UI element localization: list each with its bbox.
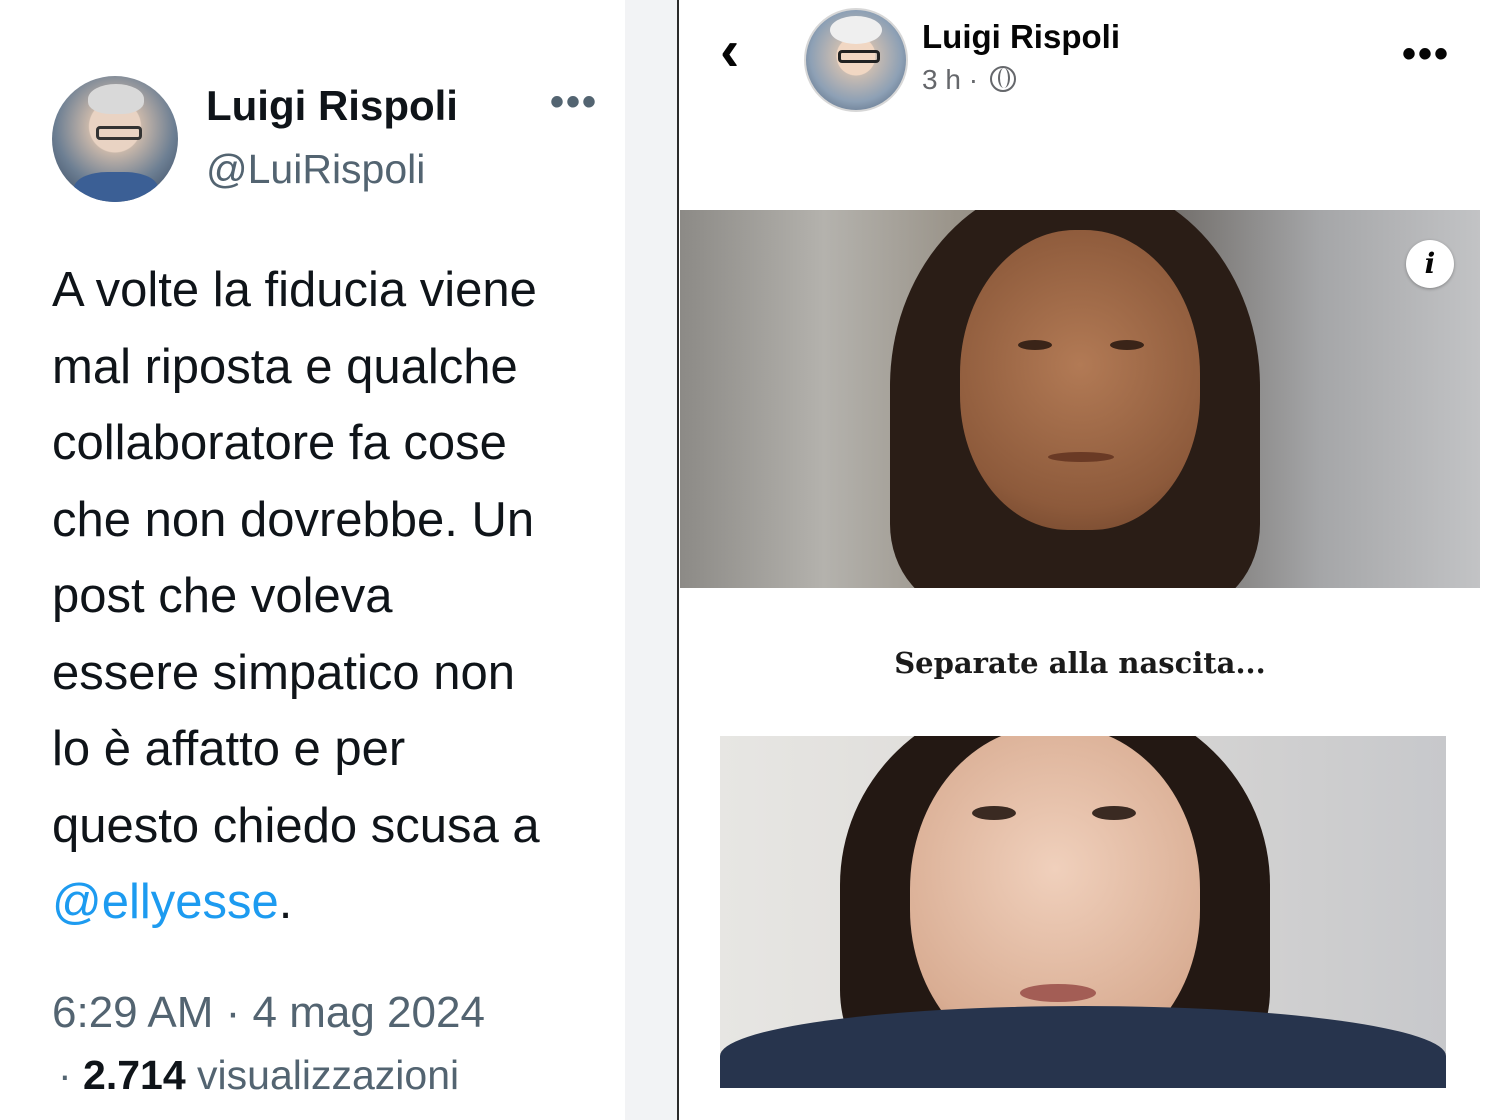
poster-avatar[interactable] <box>804 8 908 112</box>
back-chevron-icon[interactable]: ‹ <box>720 22 739 80</box>
post-image-top[interactable]: i <box>680 210 1480 588</box>
photo-eye <box>1110 340 1144 350</box>
author-avatar[interactable] <box>52 76 178 202</box>
tweet-text-line-last: @ellyesse. <box>52 864 627 941</box>
avatar-shirt <box>74 172 158 202</box>
views-prefix: · <box>58 1052 84 1098</box>
tweet-text: A volte la fiducia viene mal riposta e q… <box>52 252 627 941</box>
photo-jacket <box>720 1006 1446 1088</box>
views-count: 2.714 <box>83 1052 186 1098</box>
avatar-glasses <box>96 126 142 140</box>
avatar-hair <box>830 16 882 44</box>
post-meta: 3 h · <box>922 64 1016 96</box>
tweet-card: Luigi Rispoli @LuiRispoli ••• A volte la… <box>0 0 625 1120</box>
more-icon[interactable]: ••• <box>550 80 598 125</box>
mention-suffix: . <box>278 875 293 929</box>
photo-eye <box>1092 806 1136 820</box>
tweet-text-line: essere simpatico non <box>52 645 516 700</box>
post-caption: Separate alla nascita... <box>894 646 1266 680</box>
photo-mouth <box>1048 452 1114 462</box>
photo-face <box>960 230 1200 530</box>
photo-eye <box>1018 340 1052 350</box>
mention-link[interactable]: @ellyesse <box>52 875 279 929</box>
tweet-text-line: lo è affatto e per <box>52 722 406 776</box>
tweet-text-line: che non dovrebbe. Un <box>52 492 535 547</box>
more-icon[interactable]: ••• <box>1402 32 1450 77</box>
tweet-text-line: A volte la fiducia viene <box>52 263 537 317</box>
tweet-views[interactable]: · 2.714 visualizzazioni <box>58 1052 459 1099</box>
photo-mouth <box>1020 984 1096 1002</box>
avatar-hair <box>88 84 144 114</box>
avatar-glasses <box>838 50 880 63</box>
tweet-text-line: post che voleva <box>52 569 393 623</box>
author-handle[interactable]: @LuiRispoli <box>206 146 425 193</box>
facebook-post: ‹ Luigi Rispoli 3 h · ••• i Separate all… <box>680 0 1500 1120</box>
tweet-text-line: questo chiedo scusa a <box>52 798 540 853</box>
poster-name[interactable]: Luigi Rispoli <box>922 18 1120 56</box>
divider <box>625 0 679 1120</box>
post-image-bottom[interactable] <box>720 736 1446 1088</box>
info-icon[interactable]: i <box>1406 240 1454 288</box>
post-time[interactable]: 3 h · <box>922 64 978 95</box>
photo-eye <box>972 806 1016 820</box>
tweet-text-line: mal riposta e qualche <box>52 339 518 394</box>
tweet-text-line: collaboratore fa cose <box>52 416 507 470</box>
views-label: visualizzazioni <box>185 1052 460 1098</box>
globe-icon <box>989 66 1016 92</box>
tweet-timestamp[interactable]: 6:29 AM · 4 mag 2024 <box>52 988 485 1038</box>
author-name[interactable]: Luigi Rispoli <box>206 82 458 130</box>
